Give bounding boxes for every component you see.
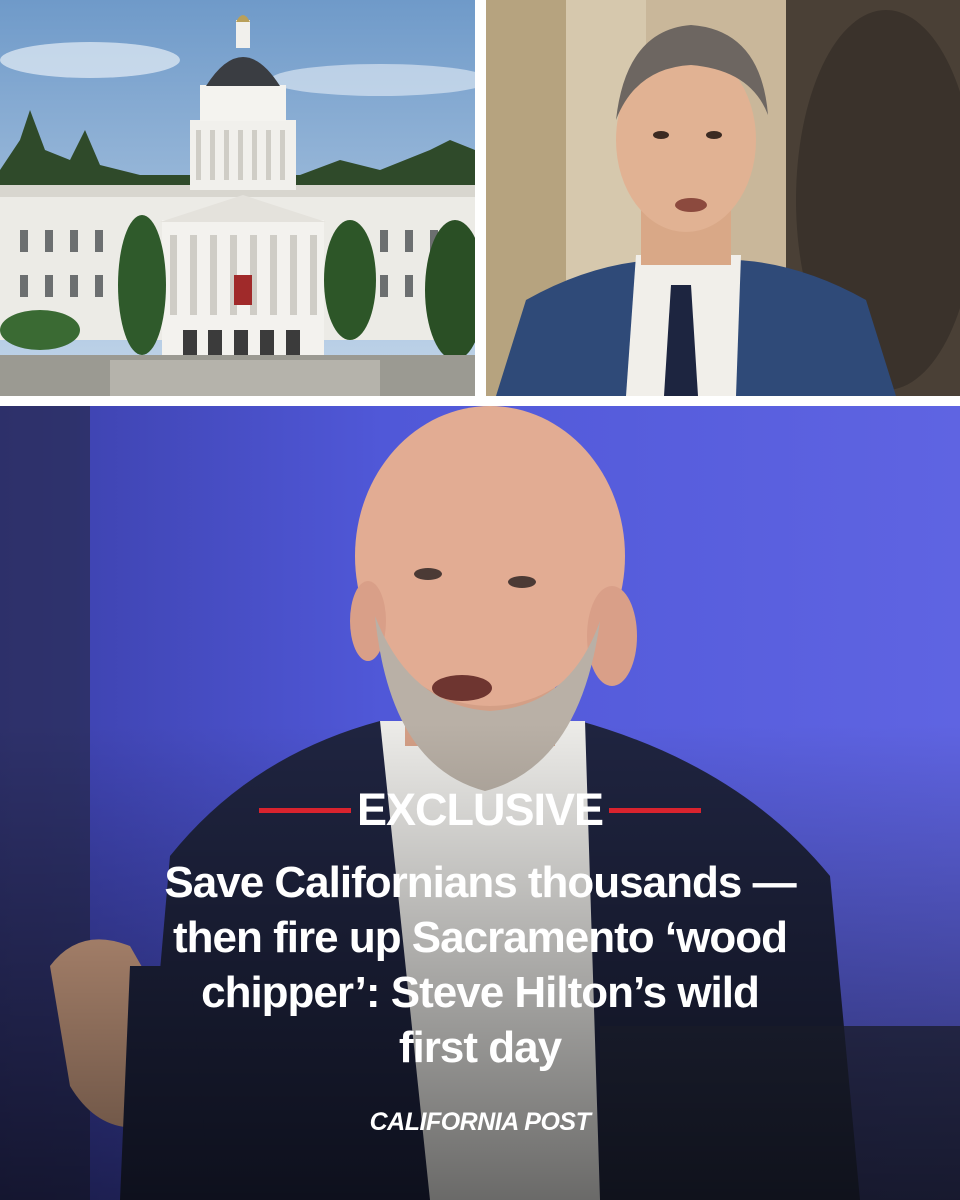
man-in-suit-portrait-photo: [486, 0, 960, 396]
capitol-building-photo: [0, 0, 475, 396]
kicker-label: EXCLUSIVE: [356, 784, 604, 835]
brand-logo: CALIFORNIA POST: [369, 1108, 591, 1136]
news-card: EXCLUSIVE Save Californians thousands — …: [0, 0, 960, 1200]
headline: Save Californians thousands — then fire …: [164, 858, 796, 1072]
kicker-left-rule: [258, 807, 351, 813]
kicker-row: EXCLUSIVE: [0, 782, 960, 838]
kicker-right-rule: [609, 807, 702, 813]
